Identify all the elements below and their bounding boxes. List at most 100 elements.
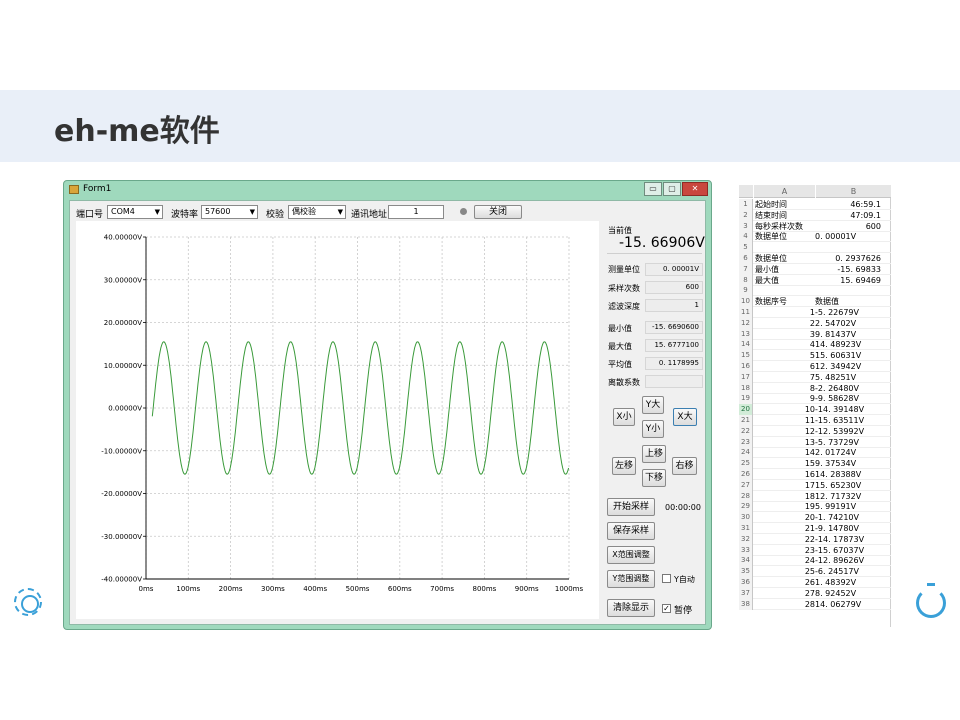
row-number[interactable]: 9 [739, 285, 753, 297]
cell-b[interactable]: -15. 69833 [815, 264, 881, 275]
cell-b[interactable]: 1. 48392V [815, 577, 881, 588]
cell-a[interactable]: 21 [755, 523, 815, 534]
cell-a[interactable]: 23 [755, 545, 815, 556]
sheet-row[interactable]: 11 1 -5. 22679V [739, 307, 891, 318]
sheet-row[interactable]: 22 12 -12. 53992V [739, 425, 891, 437]
sheet-row[interactable]: 3 每秒采样次数 600 [739, 220, 891, 232]
cell-b[interactable] [815, 242, 881, 253]
sheet-row[interactable]: 20 10 -14. 39148V [739, 404, 891, 416]
sheet-row[interactable]: 2 结束时间 47:09.1 [739, 209, 891, 221]
maximize-button[interactable]: ▢ [663, 182, 681, 196]
save-sampling-button[interactable]: 保存采样 [607, 522, 655, 540]
row-number[interactable]: 16 [739, 361, 753, 372]
sheet-row[interactable]: 19 9 -9. 58628V [739, 393, 891, 405]
move-down-button[interactable]: 下移 [642, 469, 666, 487]
y-zoom-in-button[interactable]: Y大 [642, 396, 664, 414]
close-window-button[interactable]: ✕ [682, 182, 708, 196]
sheet-row[interactable]: 10 数据序号 数据值 [739, 296, 891, 308]
cell-b[interactable]: 12. 34942V [815, 361, 881, 372]
pause-checkbox[interactable]: ✓ [662, 604, 671, 613]
cell-a[interactable]: 最大值 [755, 275, 817, 286]
sheet-row[interactable]: 29 19 5. 99191V [739, 501, 891, 513]
sheet-row[interactable]: 23 13 -5. 73729V [739, 436, 891, 448]
cell-b[interactable]: 9. 37534V [815, 458, 881, 469]
cell-b[interactable]: 14. 06279V [815, 599, 881, 610]
cell-b[interactable]: 14. 28388V [815, 469, 881, 480]
sheet-row[interactable]: 38 28 14. 06279V [739, 598, 891, 610]
sheet-row[interactable]: 5 [739, 242, 891, 254]
sheet-row[interactable]: 18 8 -2. 26480V [739, 382, 891, 394]
row-number[interactable]: 34 [739, 555, 753, 567]
cell-b[interactable]: -14. 17873V [815, 534, 881, 545]
sheet-row[interactable]: 24 14 2. 01724V [739, 447, 891, 459]
cell-b[interactable]: 5. 48251V [815, 372, 881, 383]
cell-a[interactable]: 最小值 [755, 264, 817, 275]
row-number[interactable]: 20 [739, 404, 753, 416]
sheet-row[interactable]: 6 数据单位 0. 2937626 [739, 253, 891, 264]
row-number[interactable]: 6 [739, 253, 753, 264]
sheet-row[interactable]: 9 [739, 285, 891, 297]
cell-b[interactable]: 15. 65230V [815, 480, 881, 491]
cell-b[interactable]: 5. 99191V [815, 501, 881, 512]
cell-b[interactable]: 2. 54702V [815, 318, 881, 329]
cell-a[interactable]: 10 [755, 404, 815, 415]
cell-b[interactable]: -9. 58628V [815, 393, 881, 404]
minimize-button[interactable]: ▭ [644, 182, 662, 196]
cell-b[interactable]: 600 [815, 221, 881, 232]
window-titlebar[interactable]: Form1 ▭ ▢ ✕ [64, 181, 711, 199]
row-number[interactable]: 21 [739, 415, 753, 426]
row-number[interactable]: 12 [739, 317, 753, 329]
start-sampling-button[interactable]: 开始采样 [607, 498, 655, 516]
clear-display-button[interactable]: 清除显示 [607, 599, 655, 617]
cell-a[interactable]: 数据序号 [755, 296, 817, 307]
x-range-button[interactable]: X范围调整 [607, 546, 655, 564]
cell-b[interactable]: 数据值 [815, 296, 881, 307]
row-number[interactable]: 22 [739, 425, 753, 437]
cell-a[interactable]: 27 [755, 588, 815, 599]
row-number[interactable]: 7 [739, 263, 753, 275]
row-number[interactable]: 24 [739, 447, 753, 459]
sheet-row[interactable]: 34 24 -12. 89626V [739, 555, 891, 567]
row-number[interactable]: 28 [739, 490, 753, 502]
cell-a[interactable]: 结束时间 [755, 210, 817, 221]
row-number[interactable]: 4 [739, 231, 753, 243]
cell-b[interactable]: -14. 39148V [815, 404, 881, 415]
cell-a[interactable]: 数据单位 [755, 253, 817, 264]
cell-a[interactable]: 2 [755, 318, 815, 329]
cell-a[interactable]: 17 [755, 480, 815, 491]
cell-b[interactable]: -5. 73729V [815, 437, 881, 448]
cell-a[interactable]: 14 [755, 447, 815, 458]
sheet-row[interactable]: 35 25 -6. 24517V [739, 566, 891, 578]
cell-a[interactable]: 每秒采样次数 [755, 221, 817, 232]
cell-a[interactable]: 24 [755, 555, 815, 566]
cell-a[interactable]: 7 [755, 372, 815, 383]
row-number[interactable]: 30 [739, 512, 753, 524]
cell-b[interactable]: 8. 92452V [815, 588, 881, 599]
cell-b[interactable]: 9. 81437V [815, 329, 881, 340]
cell-a[interactable]: 26 [755, 577, 815, 588]
cell-b[interactable]: 15. 69469 [815, 275, 881, 286]
parity-select[interactable]: 偶校验 ▼ [288, 205, 346, 219]
close-port-button[interactable]: 关闭 [474, 205, 522, 219]
address-input[interactable]: 1 [388, 205, 444, 219]
sheet-row[interactable]: 4 数据单位 0. 00001V [739, 231, 891, 243]
row-number[interactable]: 1 [739, 199, 753, 210]
cell-a[interactable]: 6 [755, 361, 815, 372]
cell-a[interactable]: 13 [755, 437, 815, 448]
row-number[interactable]: 27 [739, 479, 753, 491]
y-zoom-out-button[interactable]: Y小 [642, 420, 664, 438]
cell-b[interactable]: -5. 22679V [815, 307, 881, 318]
sheet-row[interactable]: 17 7 5. 48251V [739, 371, 891, 383]
sheet-row[interactable]: 16 6 12. 34942V [739, 361, 891, 372]
sheet-row[interactable]: 25 15 9. 37534V [739, 458, 891, 470]
row-number[interactable]: 2 [739, 209, 753, 221]
cell-b[interactable]: -6. 24517V [815, 566, 881, 577]
cell-b[interactable]: 14. 48923V [815, 339, 881, 350]
cell-a[interactable]: 11 [755, 415, 815, 426]
port-select[interactable]: COM4 ▼ [107, 205, 163, 219]
row-number[interactable]: 38 [739, 598, 753, 610]
cell-b[interactable]: 47:09.1 [815, 210, 881, 221]
row-number[interactable]: 33 [739, 544, 753, 556]
cell-b[interactable]: 0. 2937626 [815, 253, 881, 264]
cell-b[interactable]: 12. 71732V [815, 491, 881, 502]
